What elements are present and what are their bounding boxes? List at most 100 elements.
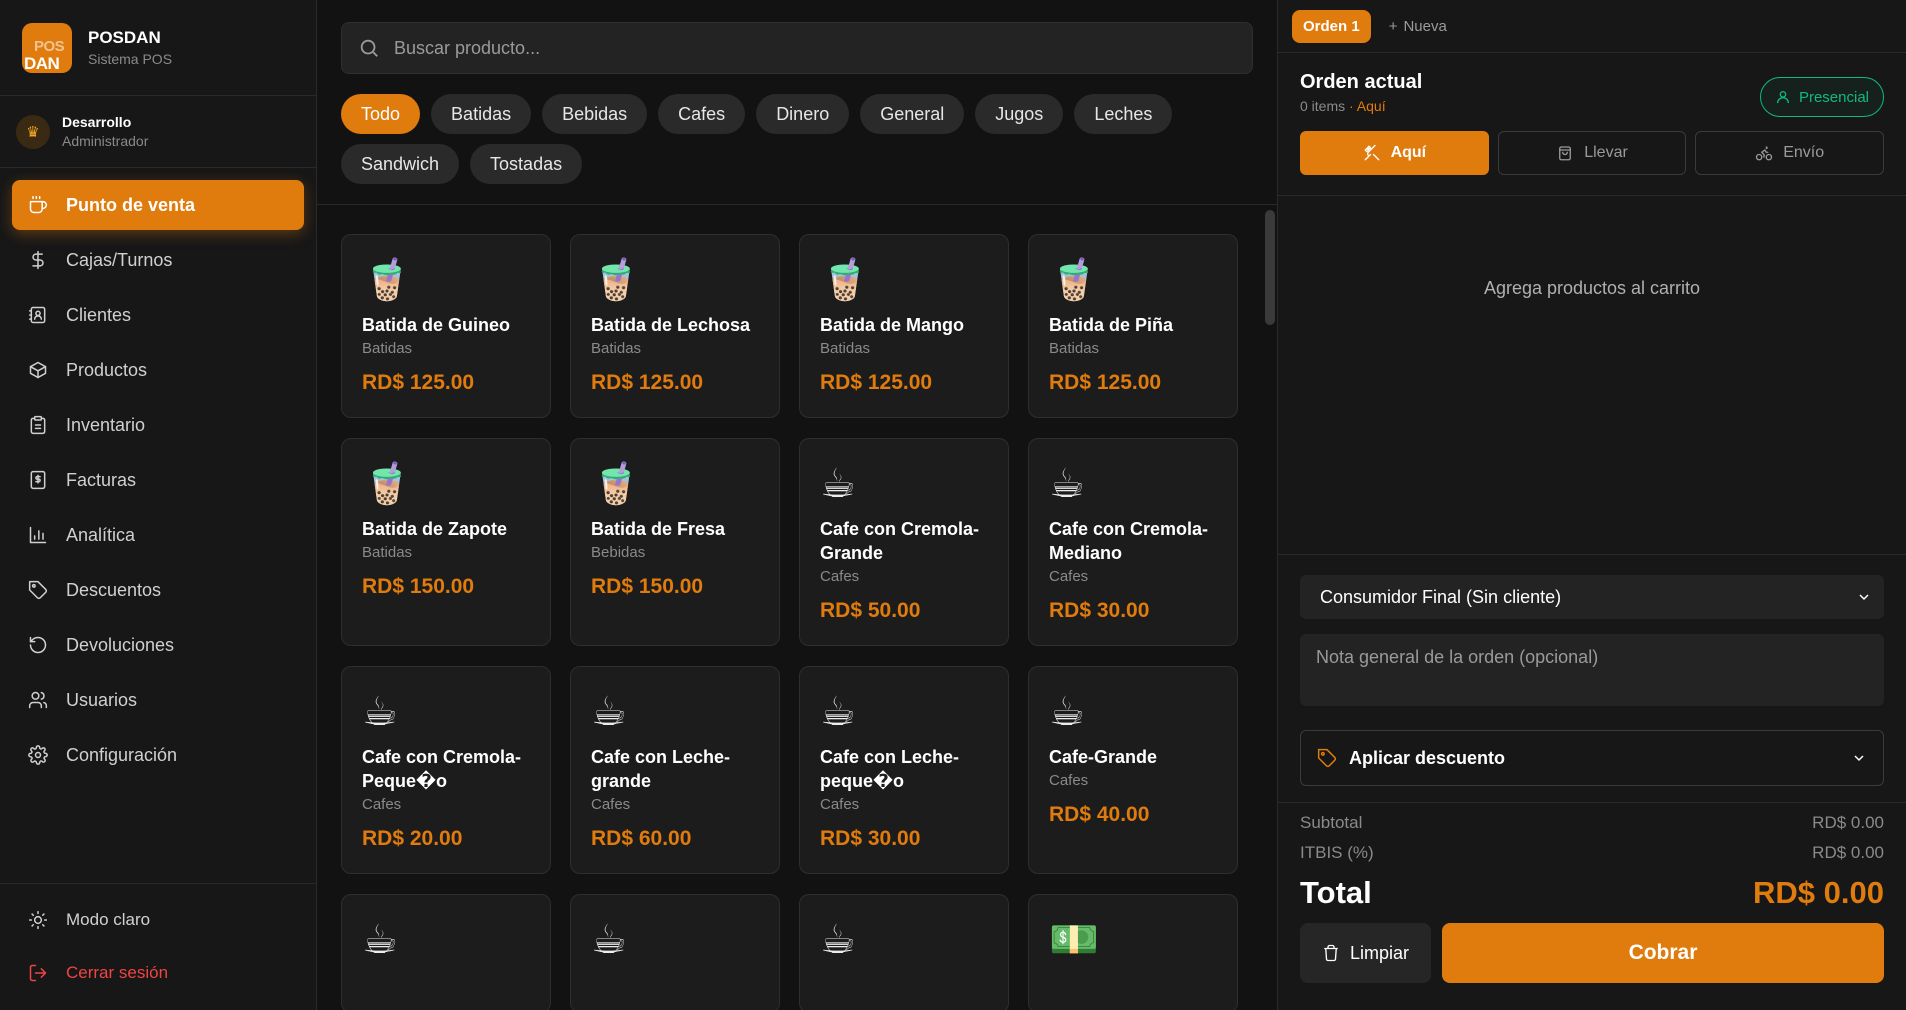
tax-row: ITBIS (%) RD$ 0.00 bbox=[1300, 843, 1884, 863]
clear-cart-button[interactable]: Limpiar bbox=[1300, 923, 1431, 983]
bar-chart-icon bbox=[29, 526, 47, 544]
product-price: RD$ 50.00 bbox=[820, 599, 921, 622]
product-card[interactable]: 🧋 Batida de Guineo Batidas RD$ 125.00 bbox=[341, 234, 551, 418]
sidebar-item-punto-de-venta[interactable]: Punto de venta bbox=[12, 180, 304, 230]
charge-button[interactable]: Cobrar bbox=[1442, 923, 1884, 983]
order-title: Orden actual bbox=[1300, 71, 1423, 93]
tax-label: ITBIS (%) bbox=[1300, 843, 1374, 862]
product-card[interactable]: ☕ Cafe con Leche-peque�o Cafes RD$ 30.00 bbox=[799, 666, 1009, 874]
brand-subtitle: Sistema POS bbox=[88, 51, 173, 67]
product-name: Batida de Fresa bbox=[591, 519, 726, 539]
sidebar-item-cajas-turnos[interactable]: Cajas/Turnos bbox=[12, 235, 304, 285]
product-card[interactable]: 🧋 Batida de Fresa Bebidas RD$ 150.00 bbox=[570, 438, 780, 646]
product-emoji-icon: 🧋 bbox=[362, 257, 412, 303]
tag-icon bbox=[1317, 748, 1337, 768]
product-name: Cafe con Cremola-Mediano bbox=[1049, 519, 1209, 563]
customer-select[interactable]: Consumidor Final (Sin cliente) bbox=[1300, 575, 1884, 619]
tab-order-1[interactable]: Orden 1 bbox=[1292, 9, 1371, 43]
product-emoji-icon: 🧋 bbox=[820, 257, 870, 303]
category-chip-sandwich[interactable]: Sandwich bbox=[341, 144, 460, 184]
category-chip-tostadas[interactable]: Tostadas bbox=[470, 144, 583, 184]
product-emoji-icon: ☕ bbox=[1049, 689, 1085, 735]
new-order-label: Nueva bbox=[1403, 17, 1447, 35]
mode-label: Aquí bbox=[1390, 144, 1427, 161]
trash-icon bbox=[1324, 944, 1338, 962]
category-chips: Todo Batidas Bebidas Cafes Dinero General Jugo… bbox=[341, 94, 1241, 184]
product-card[interactable]: 🧋 Batida de Lechosa Batidas RD$ 125.00 bbox=[570, 234, 780, 418]
sidebar-item-label: Configuración bbox=[66, 744, 178, 765]
product-card[interactable]: ☕ Cafe con Cremola-Grande Cafes RD$ 50.00 bbox=[799, 438, 1009, 646]
mode-envio-button[interactable]: Envío bbox=[1695, 131, 1885, 175]
product-emoji-icon: ☕ bbox=[362, 689, 398, 735]
category-chip-cafes[interactable]: Cafes bbox=[658, 94, 746, 134]
mode-aqui-button[interactable]: Aquí bbox=[1300, 131, 1489, 175]
sidebar-item-productos[interactable]: Productos bbox=[12, 345, 304, 395]
presencial-label: Presencial bbox=[1798, 88, 1869, 106]
product-card[interactable]: ☕ bbox=[341, 894, 551, 1010]
mode-label: Envío bbox=[1783, 144, 1825, 161]
category-chip-todo[interactable]: Todo bbox=[341, 94, 421, 134]
product-card[interactable]: ☕ Cafe-Grande Cafes RD$ 40.00 bbox=[1028, 666, 1238, 874]
tax-value: RD$ 0.00 bbox=[1812, 843, 1884, 862]
category-chip-jugos[interactable]: Jugos bbox=[975, 94, 1064, 134]
product-grid: 🧋 Batida de Guineo Batidas RD$ 125.00 🧋 Batid… bbox=[317, 210, 1277, 1010]
plus-icon: + bbox=[1388, 17, 1398, 35]
user-name: Desarrollo bbox=[62, 114, 132, 130]
product-emoji-icon: ☕ bbox=[362, 917, 398, 963]
presencial-badge[interactable]: Presencial bbox=[1759, 77, 1884, 117]
category-chip-dinero[interactable]: Dinero bbox=[756, 94, 850, 134]
product-card[interactable]: ☕ bbox=[570, 894, 780, 1010]
user-info: ♛ Desarrollo Administrador bbox=[0, 96, 316, 168]
mode-llevar-button[interactable]: Llevar bbox=[1497, 131, 1687, 175]
category-chip-leches[interactable]: Leches bbox=[1074, 94, 1173, 134]
product-card[interactable]: 🧋 Batida de Piña Batidas RD$ 125.00 bbox=[1028, 234, 1238, 418]
product-card[interactable]: ☕ Cafe con Cremola-Mediano Cafes RD$ 30.00 bbox=[1028, 438, 1238, 646]
new-order-button[interactable]: + Nueva bbox=[1389, 18, 1447, 35]
sidebar-item-label: Clientes bbox=[66, 304, 132, 325]
sidebar-item-clientes[interactable]: Clientes bbox=[12, 290, 304, 340]
product-card[interactable]: 🧋 Batida de Zapote Batidas RD$ 150.00 bbox=[341, 438, 551, 646]
order-mode-selector: Aquí Llevar Envío bbox=[1278, 117, 1906, 196]
category-chip-bebidas[interactable]: Bebidas bbox=[542, 94, 648, 134]
product-name: Cafe con Leche-grande bbox=[591, 747, 731, 791]
product-emoji-icon: 🧋 bbox=[591, 257, 641, 303]
logout-button[interactable]: Cerrar sesión bbox=[12, 949, 304, 997]
invoice-icon bbox=[30, 470, 46, 490]
crown-icon: ♛ bbox=[16, 114, 50, 149]
order-note-input[interactable]: Nota general de la orden (opcional) bbox=[1300, 634, 1884, 706]
sidebar-nav: Punto de venta Cajas/Turnos Clientes Pro… bbox=[0, 168, 316, 797]
category-chip-general[interactable]: General bbox=[860, 94, 965, 134]
product-category: Cafes bbox=[820, 568, 860, 585]
logout-icon bbox=[29, 964, 47, 982]
sidebar-item-configuracion[interactable]: Configuración bbox=[12, 730, 304, 780]
sidebar-item-inventario[interactable]: Inventario bbox=[12, 400, 304, 450]
dollar-icon bbox=[32, 250, 44, 270]
apply-discount-dropdown[interactable]: Aplicar descuento bbox=[1300, 730, 1884, 786]
total-row: Total RD$ 0.00 bbox=[1300, 875, 1884, 911]
sidebar-item-descuentos[interactable]: Descuentos bbox=[12, 565, 304, 615]
product-price: RD$ 30.00 bbox=[1049, 599, 1150, 622]
product-card[interactable]: ☕ Cafe con Leche-grande Cafes RD$ 60.00 bbox=[570, 666, 780, 874]
product-card[interactable]: 🧋 Batida de Mango Batidas RD$ 125.00 bbox=[799, 234, 1009, 418]
user-icon bbox=[1776, 91, 1789, 104]
sidebar-item-devoluciones[interactable]: Devoluciones bbox=[12, 620, 304, 670]
product-name: Batida de Guineo bbox=[362, 315, 511, 335]
product-price: RD$ 125.00 bbox=[362, 371, 475, 394]
search-input[interactable] bbox=[394, 37, 1236, 59]
scrollbar[interactable] bbox=[1265, 210, 1277, 330]
sidebar-item-usuarios[interactable]: Usuarios bbox=[12, 675, 304, 725]
product-price: RD$ 125.00 bbox=[820, 371, 933, 394]
product-category: Batidas bbox=[591, 340, 642, 357]
category-chip-batidas[interactable]: Batidas bbox=[431, 94, 532, 134]
brand-name: POSDAN bbox=[88, 28, 161, 47]
subtotal-label: Subtotal bbox=[1300, 813, 1363, 832]
theme-toggle[interactable]: Modo claro bbox=[12, 896, 304, 944]
product-card[interactable]: ☕ bbox=[799, 894, 1009, 1010]
box-icon bbox=[29, 361, 47, 379]
sidebar-item-facturas[interactable]: Facturas bbox=[12, 455, 304, 505]
product-category: Cafes bbox=[1049, 568, 1089, 585]
rotate-ccw-icon bbox=[29, 636, 47, 654]
product-card[interactable]: 💵 bbox=[1028, 894, 1238, 1010]
product-card[interactable]: ☕ Cafe con Cremola-Peque�o Cafes RD$ 20.00 bbox=[341, 666, 551, 874]
sidebar-item-analitica[interactable]: Analítica bbox=[12, 510, 304, 560]
